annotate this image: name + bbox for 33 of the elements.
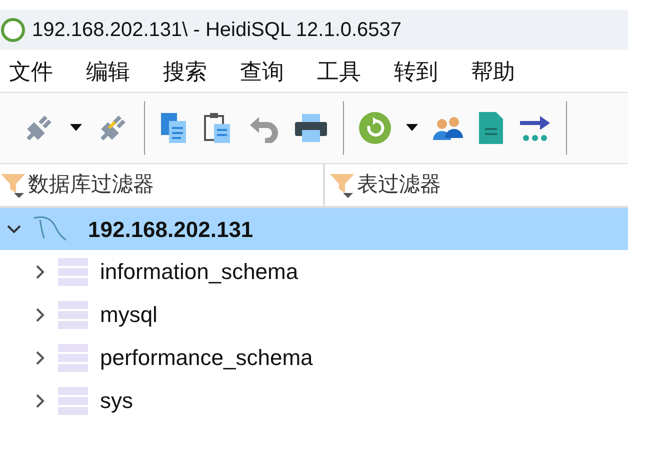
tree-row[interactable]: information_schema — [0, 250, 628, 293]
printer-icon[interactable] — [293, 112, 329, 144]
copy-icon[interactable] — [159, 111, 189, 145]
tree-label: sys — [100, 387, 133, 415]
filter-icon — [0, 171, 28, 199]
menu-item[interactable]: 帮助 — [466, 54, 520, 88]
tree-row[interactable]: mysql — [0, 293, 628, 336]
users-icon[interactable] — [432, 114, 464, 142]
dropdown-caret-icon[interactable] — [406, 124, 418, 132]
menu-item[interactable]: 文件 — [4, 54, 58, 88]
menu-item[interactable]: 查询 — [235, 54, 289, 88]
dropdown-caret-icon[interactable] — [70, 124, 82, 132]
database-icon — [56, 344, 90, 372]
tree-row[interactable]: sys — [0, 379, 628, 422]
tree-label: mysql — [100, 301, 158, 329]
paste-icon[interactable] — [203, 111, 233, 145]
menu-item[interactable]: 编辑 — [81, 54, 135, 88]
tree-row[interactable]: performance_schema — [0, 336, 628, 379]
window-title: 192.168.202.131\ - HeidiSQL 12.1.0.6537 — [32, 18, 402, 43]
database-icon — [56, 258, 90, 286]
app-logo-icon — [0, 17, 26, 43]
arrow-icon[interactable] — [518, 113, 552, 143]
tree-label: 192.168.202.131 — [88, 216, 254, 244]
menu-item[interactable]: 工具 — [312, 54, 366, 88]
csv-file-icon[interactable] — [478, 111, 504, 145]
menu-item[interactable]: 搜索 — [158, 54, 212, 88]
tree-label: performance_schema — [100, 344, 313, 372]
tree-row[interactable]: 192.168.202.131 — [0, 208, 628, 250]
filter-icon — [329, 171, 357, 199]
tree-label: information_schema — [100, 258, 298, 286]
menu-item[interactable]: 转到 — [389, 54, 443, 88]
database-icon — [56, 386, 90, 414]
database-icon — [56, 300, 90, 328]
